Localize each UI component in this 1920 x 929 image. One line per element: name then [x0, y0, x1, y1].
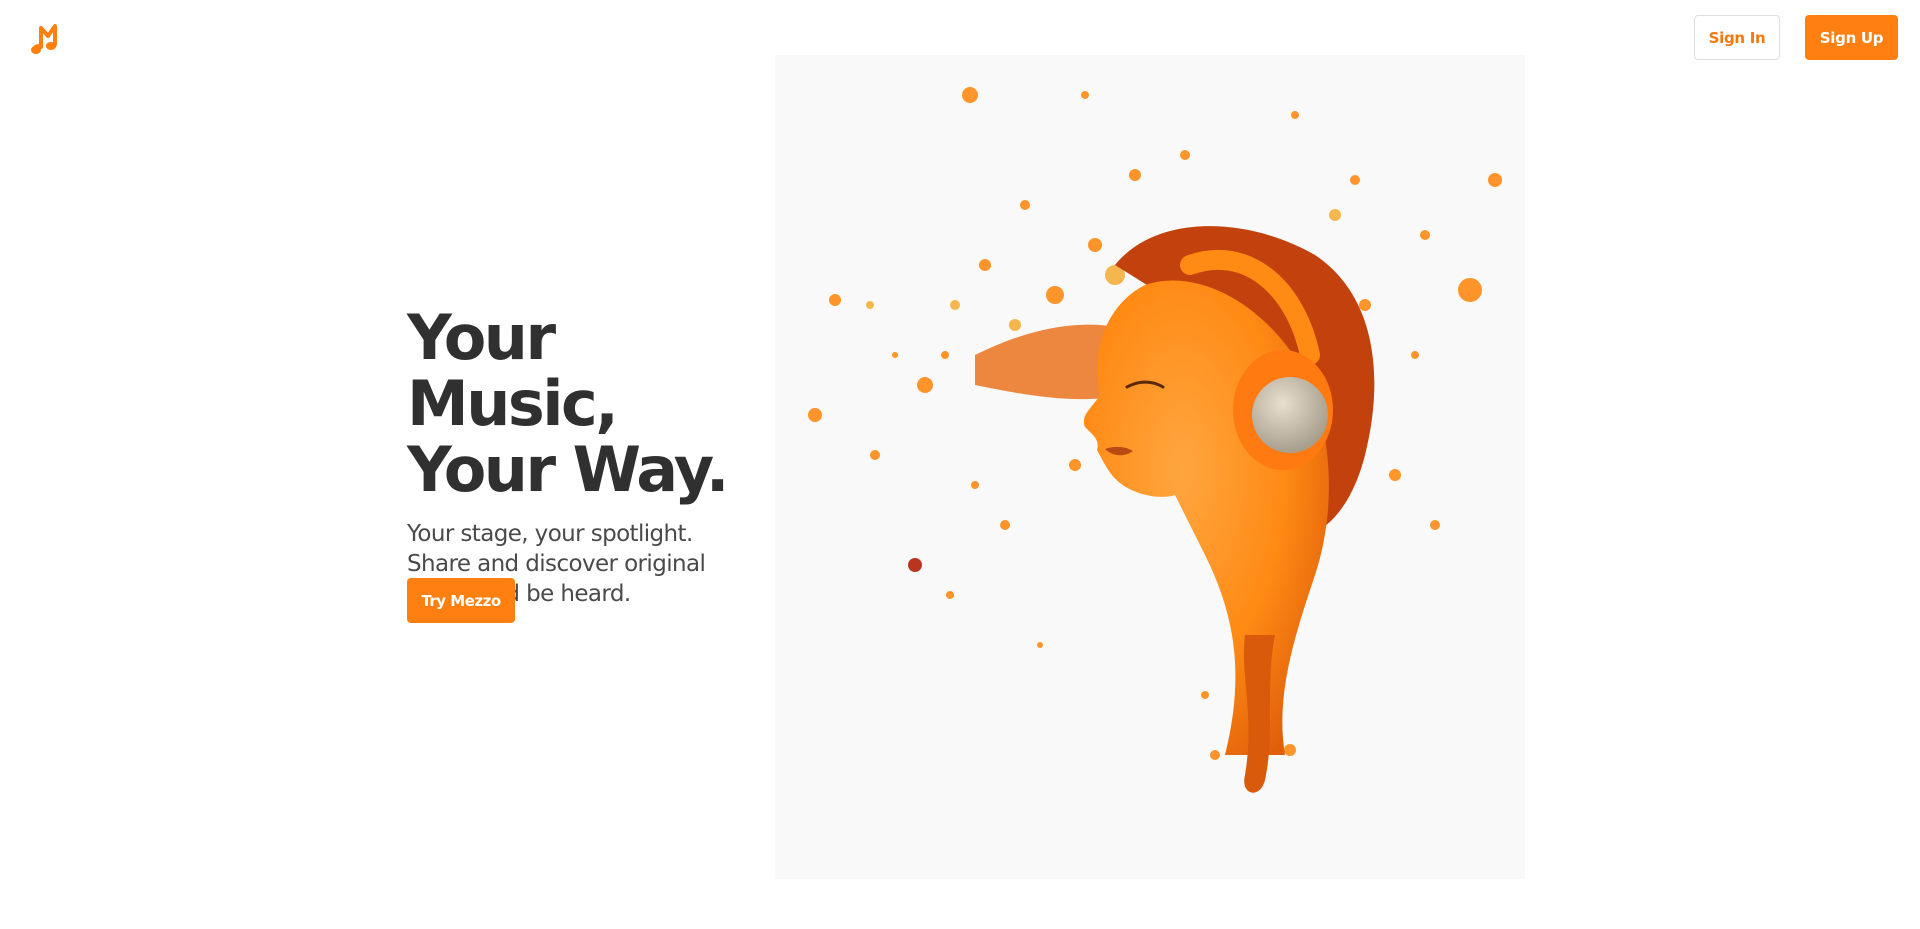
- hero-text-block: Your Music, Your Way. Your stage, your s…: [407, 305, 757, 609]
- hero-illustration: [775, 55, 1525, 879]
- music-note-m-icon: [31, 24, 57, 54]
- mezzo-logo[interactable]: [28, 20, 64, 56]
- headline-line-1: Your Music,: [407, 301, 619, 440]
- woman-headphones-splash-image: [808, 87, 1502, 793]
- sign-up-button[interactable]: Sign Up: [1805, 15, 1898, 60]
- headline-line-2: Your Way.: [407, 433, 729, 506]
- hero-headline: Your Music, Your Way.: [407, 305, 757, 503]
- try-mezzo-button[interactable]: Try Mezzo: [407, 578, 515, 623]
- sign-in-button[interactable]: Sign In: [1694, 15, 1780, 60]
- auth-actions: Sign In Sign Up: [1694, 15, 1898, 60]
